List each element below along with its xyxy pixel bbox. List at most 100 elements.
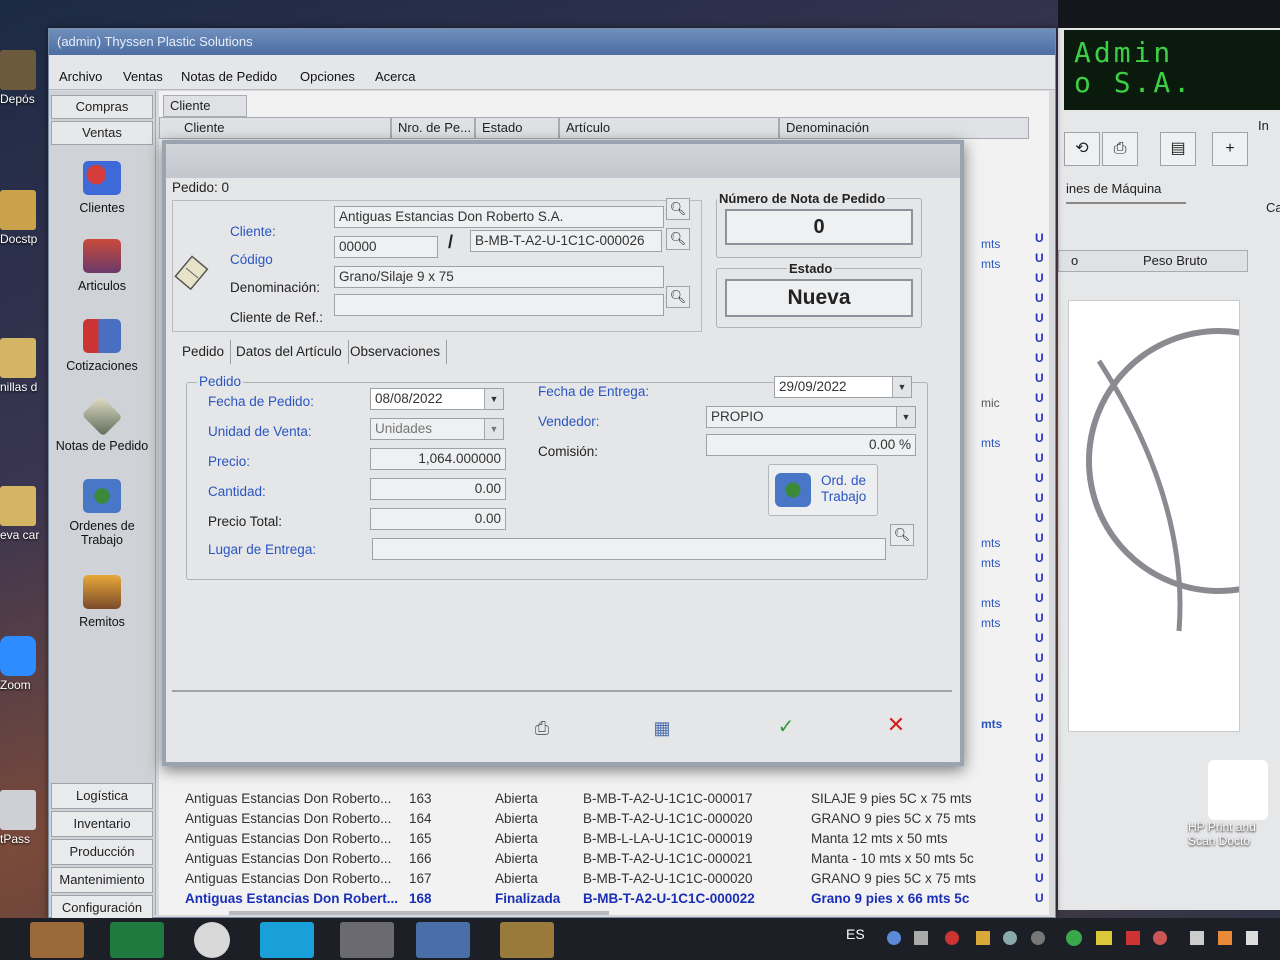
desktop-icon-deposito[interactable]: Depós — [0, 50, 46, 106]
hp-print-icon[interactable] — [1208, 760, 1268, 820]
taskbar-app-skype[interactable] — [260, 922, 314, 958]
group-by-chip[interactable]: Cliente — [163, 95, 247, 117]
column-header-estado[interactable]: Estado — [475, 117, 559, 139]
orden-trabajo-button[interactable]: Ord. de Trabajo — [768, 464, 878, 516]
desktop-icon-planillas[interactable]: nillas d — [0, 338, 46, 394]
unit-cell: mts — [981, 257, 1001, 271]
fecha-pedido-picker[interactable]: 08/08/2022 ▼ — [370, 388, 504, 410]
taskbar-app-media[interactable] — [30, 922, 84, 958]
toolbar-button-export[interactable]: ▤ — [1160, 132, 1196, 166]
u-flag: U — [1035, 731, 1044, 745]
taskbar-app-erp[interactable] — [500, 922, 554, 958]
estado-label: Estado — [787, 261, 835, 276]
taskbar-app-excel[interactable] — [110, 922, 164, 958]
chevron-down-icon[interactable]: ▼ — [484, 419, 503, 439]
lugar-entrega-field[interactable] — [372, 538, 886, 560]
chevron-down-icon[interactable]: ▼ — [484, 389, 503, 409]
cliente-ref-search-button[interactable]: 🔍︎ — [666, 286, 690, 308]
search-icon: 🔍︎ — [669, 289, 687, 304]
u-flag: U — [1035, 591, 1044, 605]
column-header-denominacion[interactable]: Denominación — [779, 117, 1029, 139]
column-header-cliente[interactable]: Cliente — [159, 117, 391, 139]
precio-field[interactable]: 1,064.000000 — [370, 448, 506, 470]
u-flag: U — [1035, 471, 1044, 485]
print-button[interactable]: ⎙ — [528, 718, 556, 742]
accept-button[interactable]: ✓ — [772, 714, 800, 742]
language-indicator[interactable]: ES — [846, 926, 865, 942]
nav-item-cotizaciones[interactable]: Cotizaciones — [49, 319, 155, 373]
nav-logistica[interactable]: Logística — [51, 783, 153, 809]
cantidad-field[interactable]: 0.00 — [370, 478, 506, 500]
nav-item-remitos[interactable]: Remitos — [49, 575, 155, 629]
menu-acerca[interactable]: Acerca — [375, 69, 415, 84]
work-orders-icon — [775, 473, 811, 507]
nav-item-clientes[interactable]: Clientes — [49, 161, 155, 215]
comision-field[interactable]: 0.00 % — [706, 434, 916, 456]
chevron-down-icon[interactable]: ▼ — [896, 407, 915, 427]
column-header-peso-bruto[interactable]: Peso Bruto — [1143, 253, 1207, 268]
taskbar-app-chrome[interactable] — [194, 922, 230, 958]
fecha-entrega-value: 29/09/2022 — [779, 379, 847, 394]
codigo-field[interactable]: 00000 — [334, 236, 438, 258]
u-flag: U — [1035, 271, 1044, 285]
nav-item-ordenes-de-trabajo[interactable]: Ordenes de Trabajo — [49, 479, 155, 547]
desktop-icon-zoom[interactable]: Zoom — [0, 636, 46, 692]
comision-label: Comisión: — [538, 444, 599, 459]
desktop-icon-label: Docstp — [0, 232, 38, 246]
cliente-field[interactable]: Antiguas Estancias Don Roberto S.A. — [334, 206, 664, 228]
toolbar-button-print[interactable]: ⎙ — [1102, 132, 1138, 166]
column-header-nro[interactable]: Nro. de Pe... — [391, 117, 475, 139]
menu-archivo[interactable]: Archivo — [59, 69, 102, 84]
lugar-entrega-label: Lugar de Entrega: — [208, 542, 317, 557]
menu-ventas[interactable]: Ventas — [123, 69, 163, 84]
nav-item-notas-de-pedido[interactable]: Notas de Pedido — [49, 395, 155, 453]
zoom-icon — [0, 636, 36, 676]
cell-denominacion: Manta 12 mts x 50 mts — [811, 831, 948, 846]
nav-produccion[interactable]: Producción — [51, 839, 153, 865]
tab-datos-articulo[interactable]: Datos del Artículo — [230, 340, 349, 364]
tab-maquina[interactable]: ines de Máquina — [1066, 176, 1186, 204]
nav-inventario[interactable]: Inventario — [51, 811, 153, 837]
horizontal-scrollbar[interactable] — [229, 911, 609, 915]
nav-ventas[interactable]: Ventas — [51, 121, 153, 145]
articulo-search-button[interactable]: 🔍︎ — [666, 228, 690, 250]
vendedor-value: PROPIO — [711, 409, 764, 424]
taskbar-app-settings[interactable] — [340, 922, 394, 958]
logo-area — [1068, 300, 1240, 732]
desktop-icon-nueva-carpeta[interactable]: eva car — [0, 486, 46, 542]
cliente-ref-field[interactable] — [334, 294, 664, 316]
nav-mantenimiento[interactable]: Mantenimiento — [51, 867, 153, 893]
u-flag: U — [1035, 331, 1044, 345]
printer-icon: ⎙ — [534, 718, 550, 738]
toolbar-button-add[interactable]: + — [1212, 132, 1248, 166]
fecha-entrega-picker[interactable]: 29/09/2022 ▼ — [774, 376, 912, 398]
taskbar: ES — [0, 918, 1280, 960]
toolbar-button-refresh[interactable]: ⟲ — [1064, 132, 1100, 166]
cancel-button[interactable]: ✕ — [882, 712, 910, 740]
cell-nro: 163 — [409, 791, 432, 806]
calendar-button[interactable]: ▦ — [648, 718, 676, 742]
edge-label: Ca — [1266, 200, 1280, 215]
u-flag: U — [1035, 751, 1044, 765]
chevron-down-icon[interactable]: ▼ — [892, 377, 911, 397]
nav-item-articulos[interactable]: Articulos — [49, 239, 155, 293]
nav-compras[interactable]: Compras — [51, 95, 153, 119]
unidad-value: Unidades — [375, 421, 433, 436]
orden-trabajo-label: Ord. de Trabajo — [821, 473, 867, 504]
articulo-code-field[interactable]: B-MB-T-A2-U-1C1C-000026 — [470, 230, 662, 252]
menu-notas-de-pedido[interactable]: Notas de Pedido — [181, 69, 277, 84]
articles-icon — [83, 239, 121, 273]
menu-opciones[interactable]: Opciones — [300, 69, 355, 84]
desktop-icon-tpass[interactable]: tPass — [0, 790, 46, 846]
column-header-articulo[interactable]: Artículo — [559, 117, 779, 139]
estado-value: Nueva — [725, 279, 913, 317]
vendedor-select[interactable]: PROPIO ▼ — [706, 406, 916, 428]
tab-observaciones[interactable]: Observaciones — [344, 340, 448, 364]
lugar-entrega-search-button[interactable]: 🔍︎ — [890, 524, 914, 546]
tab-pedido[interactable]: Pedido — [176, 340, 232, 364]
unidad-select[interactable]: Unidades ▼ — [370, 418, 504, 440]
taskbar-app-gear[interactable] — [416, 922, 470, 958]
desktop-icon-docstp[interactable]: Docstp — [0, 190, 46, 246]
cliente-search-button[interactable]: 🔍︎ — [666, 198, 690, 220]
cell-denominacion: GRANO 9 pies 5C x 75 mts — [811, 871, 977, 886]
